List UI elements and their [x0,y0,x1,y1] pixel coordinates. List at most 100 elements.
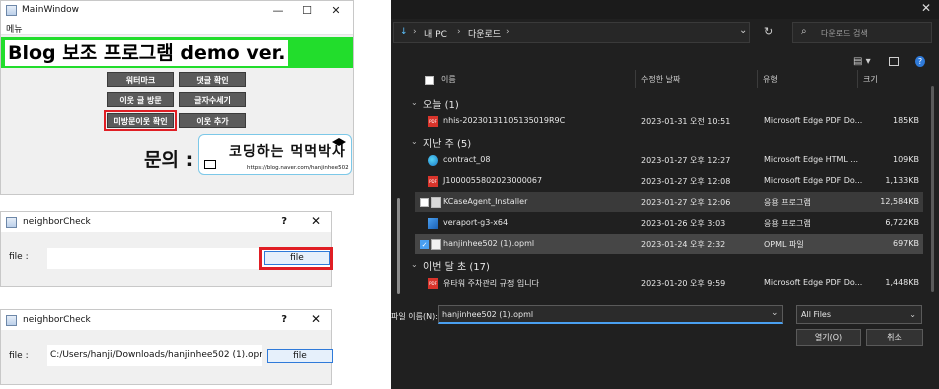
watermark-button[interactable]: 워터마크 [107,72,174,87]
file-name: veraport-g3-x64 [443,218,509,227]
pdf-icon: PDF [428,278,438,289]
group-header-this-month[interactable]: 이번 달 초 (17) [423,258,490,273]
file-label: file : [9,351,29,361]
file-row[interactable]: veraport-g3-x64 2023-01-26 오후 3:03 응용 프로… [415,213,923,233]
chevron-down-icon: ⌄ [909,310,916,319]
window-title: MainWindow [22,5,79,15]
app-icon [428,218,438,229]
select-all-checkbox[interactable] [425,76,434,85]
address-bar[interactable]: ↓ › 내 PC › 다운로드 › [393,22,750,43]
app-icon [6,315,17,326]
help-icon[interactable]: ? [281,216,287,227]
file-type: Microsoft Edge PDF Do... [764,278,863,287]
file-row-selected[interactable]: ✓ hanjinhee502 (1).opml 2023-01-24 오후 2:… [415,234,923,254]
search-box[interactable]: ⌕ 다운로드 검색 [792,22,932,43]
char-count-button[interactable]: 글자수세기 [179,92,246,107]
file-date: 2023-01-26 오후 3:03 [641,219,726,228]
comment-check-button[interactable]: 댓글 확인 [179,72,246,87]
row-checkbox[interactable] [420,198,429,207]
column-separator [635,70,636,88]
chevron-right-icon: › [506,27,510,37]
document-icon [431,239,441,250]
maximize-icon[interactable]: ☐ [294,3,320,19]
file-open-dialog: ✕ ↓ › 내 PC › 다운로드 › ⌄ ↻ ⌕ 다운로드 검색 ▤ ▾ ? … [391,0,939,389]
unvisited-neighbor-check-button[interactable]: 미방문이웃 확인 [104,110,177,131]
blog-logo[interactable]: 코딩하는 먹먹박사 https://blog.naver.com/hanjinh… [198,134,352,175]
menu-item[interactable]: 메뉴 [6,22,23,35]
logo-text: 코딩하는 먹먹박사 [229,144,346,160]
file-size: 1,448KB [885,278,919,287]
vertical-scrollbar[interactable] [931,86,934,292]
preview-pane-icon[interactable] [889,57,899,66]
dialog-top-strip [391,0,939,19]
file-row[interactable]: contract_08 2023-01-27 오후 12:27 Microsof… [415,150,923,170]
cancel-button[interactable]: 취소 [866,329,923,346]
chevron-right-icon: › [457,27,461,37]
file-size: 697KB [892,239,919,248]
main-window: MainWindow — ☐ ✕ 메뉴 Blog 보조 프로그램 demo ve… [0,0,354,195]
banner: Blog 보조 프로그램 demo ver. [1,37,353,68]
close-icon[interactable]: ✕ [311,312,321,326]
app-icon [6,5,17,16]
dialog-title: neighborCheck [23,217,91,227]
dropdown-icon[interactable]: ⌄ [739,25,747,36]
column-modified[interactable]: 수정한 날짜 [641,74,680,85]
breadcrumb-my-pc[interactable]: 내 PC [424,27,447,40]
file-row[interactable]: KCaseAgent_Installer 2023-01-27 오후 12:06… [415,192,923,212]
add-neighbor-button[interactable]: 이웃 추가 [179,113,246,128]
chevron-down-icon[interactable]: ⌄ [771,308,779,318]
file-size: 1,133KB [885,176,919,185]
file-name: KCaseAgent_Installer [443,197,528,206]
view-options-icon[interactable]: ▤ ▾ [853,56,871,67]
file-size: 6,722KB [885,218,919,227]
filename-label: 파일 이름(N): [391,312,438,321]
minimize-icon[interactable]: — [265,3,291,19]
pdf-icon: PDF [428,176,438,187]
close-icon[interactable]: ✕ [323,3,349,19]
open-button[interactable]: 열기(O) [796,329,861,346]
close-icon[interactable]: ✕ [311,214,321,228]
column-separator [757,70,758,88]
file-date: 2023-01-31 오전 10:51 [641,117,731,126]
file-button[interactable]: file [267,349,333,363]
dialog-title: neighborCheck [23,315,91,325]
column-type[interactable]: 유형 [763,74,778,85]
help-icon[interactable]: ? [281,314,287,325]
file-date: 2023-01-20 오후 9:59 [641,279,726,288]
row-checkbox-checked[interactable]: ✓ [420,240,429,249]
column-size[interactable]: 크기 [863,74,878,85]
close-icon[interactable]: ✕ [921,1,931,15]
group-header-today[interactable]: 오늘 (1) [423,96,459,111]
left-scrollbar[interactable] [397,198,400,294]
file-path-field[interactable]: C:/Users/hanji/Downloads/hanjinhee502 (1… [47,345,262,366]
dialog-title-bar: neighborCheck ? ✕ [1,212,331,232]
chevron-down-icon[interactable]: ⌄ [411,98,418,107]
file-row[interactable]: PDF nhis-20230131105135019R9C 2023-01-31… [415,111,923,131]
file-row[interactable]: PDF 유타워 주차관리 규정 입니다 2023-01-20 오후 9:59 M… [415,273,923,293]
file-type: Microsoft Edge PDF Do... [764,176,863,185]
logo-url: https://blog.naver.com/hanjinhee502 [247,165,349,171]
app-icon [6,217,17,228]
file-type-value: All Files [801,310,832,319]
chevron-down-icon[interactable]: ⌄ [411,260,418,269]
filename-input[interactable]: hanjinhee502 (1).opml [438,305,783,324]
file-date: 2023-01-24 오후 2:32 [641,240,726,249]
file-type-select[interactable]: All Files ⌄ [796,305,922,324]
file-name: contract_08 [443,155,491,164]
monitor-icon [204,160,216,169]
file-size: 12,584KB [880,197,919,206]
banner-title: Blog 보조 프로그램 demo ver. [5,40,289,66]
column-name[interactable]: 이름 [441,74,456,85]
inquiry-label: 문의 : [144,149,194,171]
breadcrumb-downloads[interactable]: 다운로드 [468,27,501,40]
file-row[interactable]: PDF J1000055802023000067 2023-01-27 오후 1… [415,171,923,191]
refresh-icon[interactable]: ↻ [764,25,773,38]
group-header-last-week[interactable]: 지난 주 (5) [423,135,471,150]
file-button[interactable]: file [264,251,330,265]
file-type: Microsoft Edge PDF Do... [764,116,863,125]
neighbor-check-dialog-empty: neighborCheck ? ✕ file : file [0,211,333,287]
neighbor-post-visit-button[interactable]: 이웃 글 방문 [107,92,174,107]
chevron-down-icon[interactable]: ⌄ [411,137,418,146]
help-icon[interactable]: ? [915,56,925,67]
file-date: 2023-01-27 오후 12:08 [641,177,731,186]
